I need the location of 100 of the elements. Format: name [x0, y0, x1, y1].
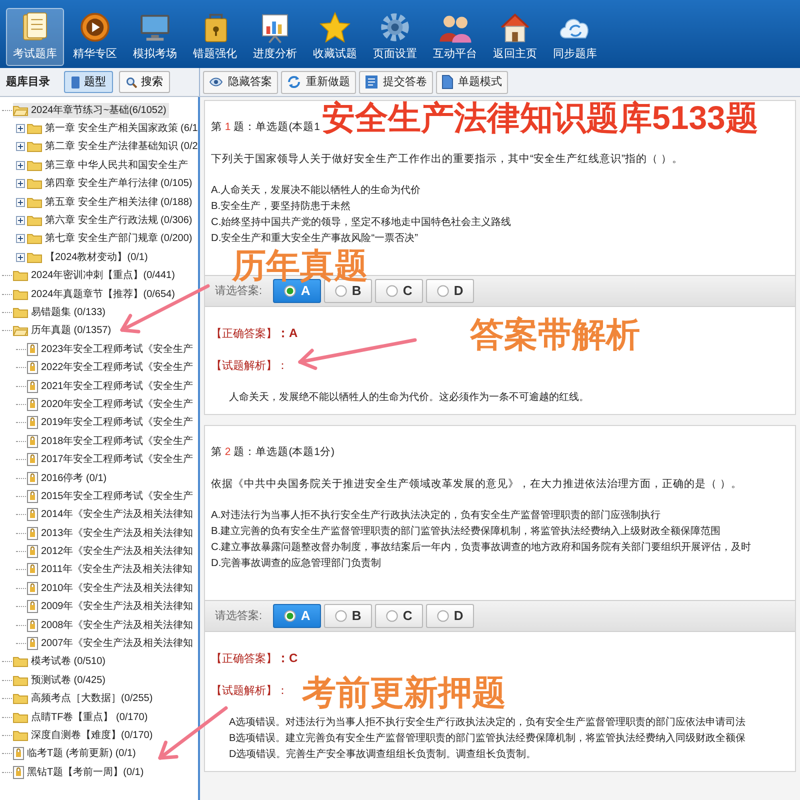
- tree-item[interactable]: 2020年安全工程师考试《安全生产: [27, 396, 196, 412]
- answer-choice[interactable]: C: [375, 604, 424, 628]
- locked-document-icon: [27, 416, 38, 430]
- locked-document-icon: [27, 380, 38, 393]
- expand-toggle-icon[interactable]: [16, 252, 25, 262]
- folder-icon: [13, 674, 28, 686]
- tree-item[interactable]: 2014年《安全生产法及相关法律知: [27, 507, 196, 522]
- tree-item[interactable]: 2008年《安全生产法及相关法律知: [27, 618, 196, 633]
- tree-item[interactable]: 第一章 安全生产相关国家政策 (6/1: [27, 121, 198, 136]
- folder-icon: [13, 270, 28, 282]
- tree-item[interactable]: 2022年安全工程师考试《安全生产: [27, 360, 196, 376]
- tree-item[interactable]: 临考T题 (考前更新) (0/1): [13, 746, 139, 762]
- folder-icon: [27, 123, 42, 134]
- folder-icon: [27, 215, 42, 226]
- correct-answer-label: 【正确答案】: [211, 652, 277, 667]
- toolbar-tab[interactable]: 收藏试题: [306, 8, 364, 66]
- locked-document-icon: [27, 508, 38, 522]
- toolbar-button[interactable]: 隐藏答案: [203, 70, 278, 94]
- tree-item[interactable]: 2016停考 (0/1): [27, 470, 110, 486]
- tree-item[interactable]: 2017年安全工程师考试《安全生产: [27, 452, 196, 468]
- tree-item[interactable]: 第二章 安全生产法律基础知识 (0/2: [27, 139, 198, 154]
- expand-toggle-icon[interactable]: [16, 142, 25, 152]
- tree-item[interactable]: 模考试卷 (0/510): [13, 654, 108, 670]
- folder-icon: [27, 178, 42, 190]
- eye-icon: [209, 77, 223, 87]
- promo-caption: 答案带解析: [470, 318, 640, 352]
- tree-item[interactable]: 2024年真题章节【推荐】(0/654): [13, 286, 178, 302]
- tree-item[interactable]: 第四章 安全生产单行法律 (0/105): [27, 176, 196, 192]
- toolbar-tab[interactable]: 进度分析: [246, 8, 304, 66]
- tree-item[interactable]: 预测试卷 (0/425): [13, 672, 108, 688]
- option-text: C.始终坚持中国共产党的领导，坚定不移地走中国特色社会主义路线: [211, 216, 512, 230]
- search-button[interactable]: 搜索: [119, 71, 170, 93]
- expand-toggle-icon[interactable]: [16, 198, 25, 207]
- toolbar-button[interactable]: 提交答卷: [359, 70, 433, 94]
- toolbar-tab[interactable]: 同步题库: [546, 8, 604, 66]
- answer-prompt: 请选答案:: [215, 284, 262, 299]
- tree-item[interactable]: 深度自测卷【难度】(0/170): [13, 728, 156, 743]
- explanation-text: A选项错误。对违法行为当事人拒不执行安全生产行政执法决定的，负有安全生产监督管理职责的部门应依法申请司法: [229, 716, 746, 730]
- locked-document-icon: [27, 600, 38, 614]
- tree-item[interactable]: 2018年安全工程师考试《安全生产: [27, 434, 196, 449]
- toolbar-tab[interactable]: 精华专区: [66, 8, 124, 66]
- explanation-text: B选项错误。建立完善负有安全生产监督管理职责的部门监管执法经费保障机制，将监管执法经费纳入同级财政全额保: [229, 732, 746, 746]
- locked-document-icon: [27, 434, 38, 448]
- locked-document-icon: [27, 453, 38, 466]
- expand-toggle-icon[interactable]: [16, 234, 25, 244]
- tree-item[interactable]: 点睛TF卷【重点】 (0/170): [13, 710, 151, 725]
- expand-toggle-icon[interactable]: [16, 124, 25, 134]
- question-type-button[interactable]: 题型: [64, 71, 113, 93]
- tree-item[interactable]: 2012年《安全生产法及相关法律知: [27, 544, 196, 560]
- arrow: [158, 706, 228, 760]
- tree-item[interactable]: 第五章 安全生产相关法律 (0/188): [27, 194, 196, 210]
- tree-item[interactable]: 第六章 安全生产行政法规 (0/306): [27, 213, 196, 228]
- tree-item[interactable]: 【2024教材变动】(0/1): [27, 250, 151, 265]
- option-text: B.建立完善的负有安全生产监督管理职责的部门监管执法经费保障机制，将监管执法经费纳入上级财政全额保障范围: [211, 524, 721, 539]
- expand-toggle-icon[interactable]: [16, 216, 25, 226]
- option-text: C.建立事故暴露问题整改督办制度，事故结案后一年内，负责事故调查的地方政府和国务院有关部门要组织开展评估，及时: [211, 540, 752, 555]
- toolbar-tab[interactable]: 返回主页: [486, 8, 544, 66]
- expand-toggle-icon[interactable]: [16, 179, 25, 188]
- toolbar-tab[interactable]: 页面设置: [366, 8, 424, 66]
- locked-document-icon: [27, 618, 38, 632]
- refresh-icon: [287, 75, 301, 89]
- tree-item[interactable]: 易错题集 (0/133): [13, 304, 108, 320]
- answer-choice[interactable]: C: [375, 279, 424, 303]
- tree-item[interactable]: 2010年《安全生产法及相关法律知: [27, 580, 196, 596]
- locked-document-icon: [27, 637, 38, 650]
- tree-item[interactable]: 历年真题 (0/1357): [13, 323, 114, 338]
- tree-item[interactable]: 2019年安全工程师考试《安全生产: [27, 415, 196, 430]
- tree-item[interactable]: 第七章 安全生产部门规章 (0/200): [27, 231, 196, 246]
- toolbar-tab[interactable]: 互动平台: [426, 8, 484, 66]
- tree-item[interactable]: 2015年安全工程师考试《安全生产: [27, 488, 196, 504]
- tree-item[interactable]: 2023年安全工程师考试《安全生产: [27, 342, 196, 357]
- toolbar-tab[interactable]: 考试题库: [6, 8, 64, 66]
- expand-toggle-icon[interactable]: [16, 160, 25, 170]
- tree-item[interactable]: 2009年《安全生产法及相关法律知: [27, 599, 196, 614]
- folder-icon: [27, 252, 42, 263]
- analysis-label: 【试题解析】：: [211, 684, 288, 699]
- radio-icon: [334, 610, 347, 622]
- tree-item[interactable]: 2024年章节练习~基础(6/1052): [13, 102, 170, 118]
- tree-item[interactable]: 高频考点［大数据］(0/255): [13, 691, 156, 706]
- tree-item[interactable]: 2024年密训冲刺【重点】(0/441): [13, 268, 178, 284]
- locked-document-icon: [13, 766, 24, 779]
- toolbar-button[interactable]: 重新做题: [281, 70, 356, 94]
- folder-icon: [27, 160, 42, 171]
- answer-choice[interactable]: D: [426, 604, 474, 628]
- tree-item[interactable]: 2021年安全工程师考试《安全生产: [27, 378, 196, 394]
- toolbar-tab[interactable]: 模拟考场: [126, 8, 184, 66]
- tree-item[interactable]: 黑钻T题【考前一周】(0/1): [13, 764, 147, 780]
- folder-icon: [13, 306, 28, 318]
- tree-item[interactable]: 2013年《安全生产法及相关法律知: [27, 526, 196, 541]
- radio-icon: [436, 285, 449, 297]
- promo-caption: 考前更新押题: [302, 676, 506, 710]
- document-icon: [365, 75, 378, 89]
- tree-item[interactable]: 2011年《安全生产法及相关法律知: [27, 562, 196, 578]
- answer-choice[interactable]: B: [324, 604, 372, 628]
- locked-document-icon: [27, 526, 38, 540]
- toolbar-tab[interactable]: 错题强化: [186, 8, 244, 66]
- toolbar-button[interactable]: 单题模式: [436, 70, 508, 94]
- answer-choice[interactable]: D: [426, 279, 474, 303]
- tree-item[interactable]: 2007年《安全生产法及相关法律知: [27, 636, 196, 652]
- tree-item[interactable]: 第三章 中华人民共和国安全生产: [27, 158, 191, 173]
